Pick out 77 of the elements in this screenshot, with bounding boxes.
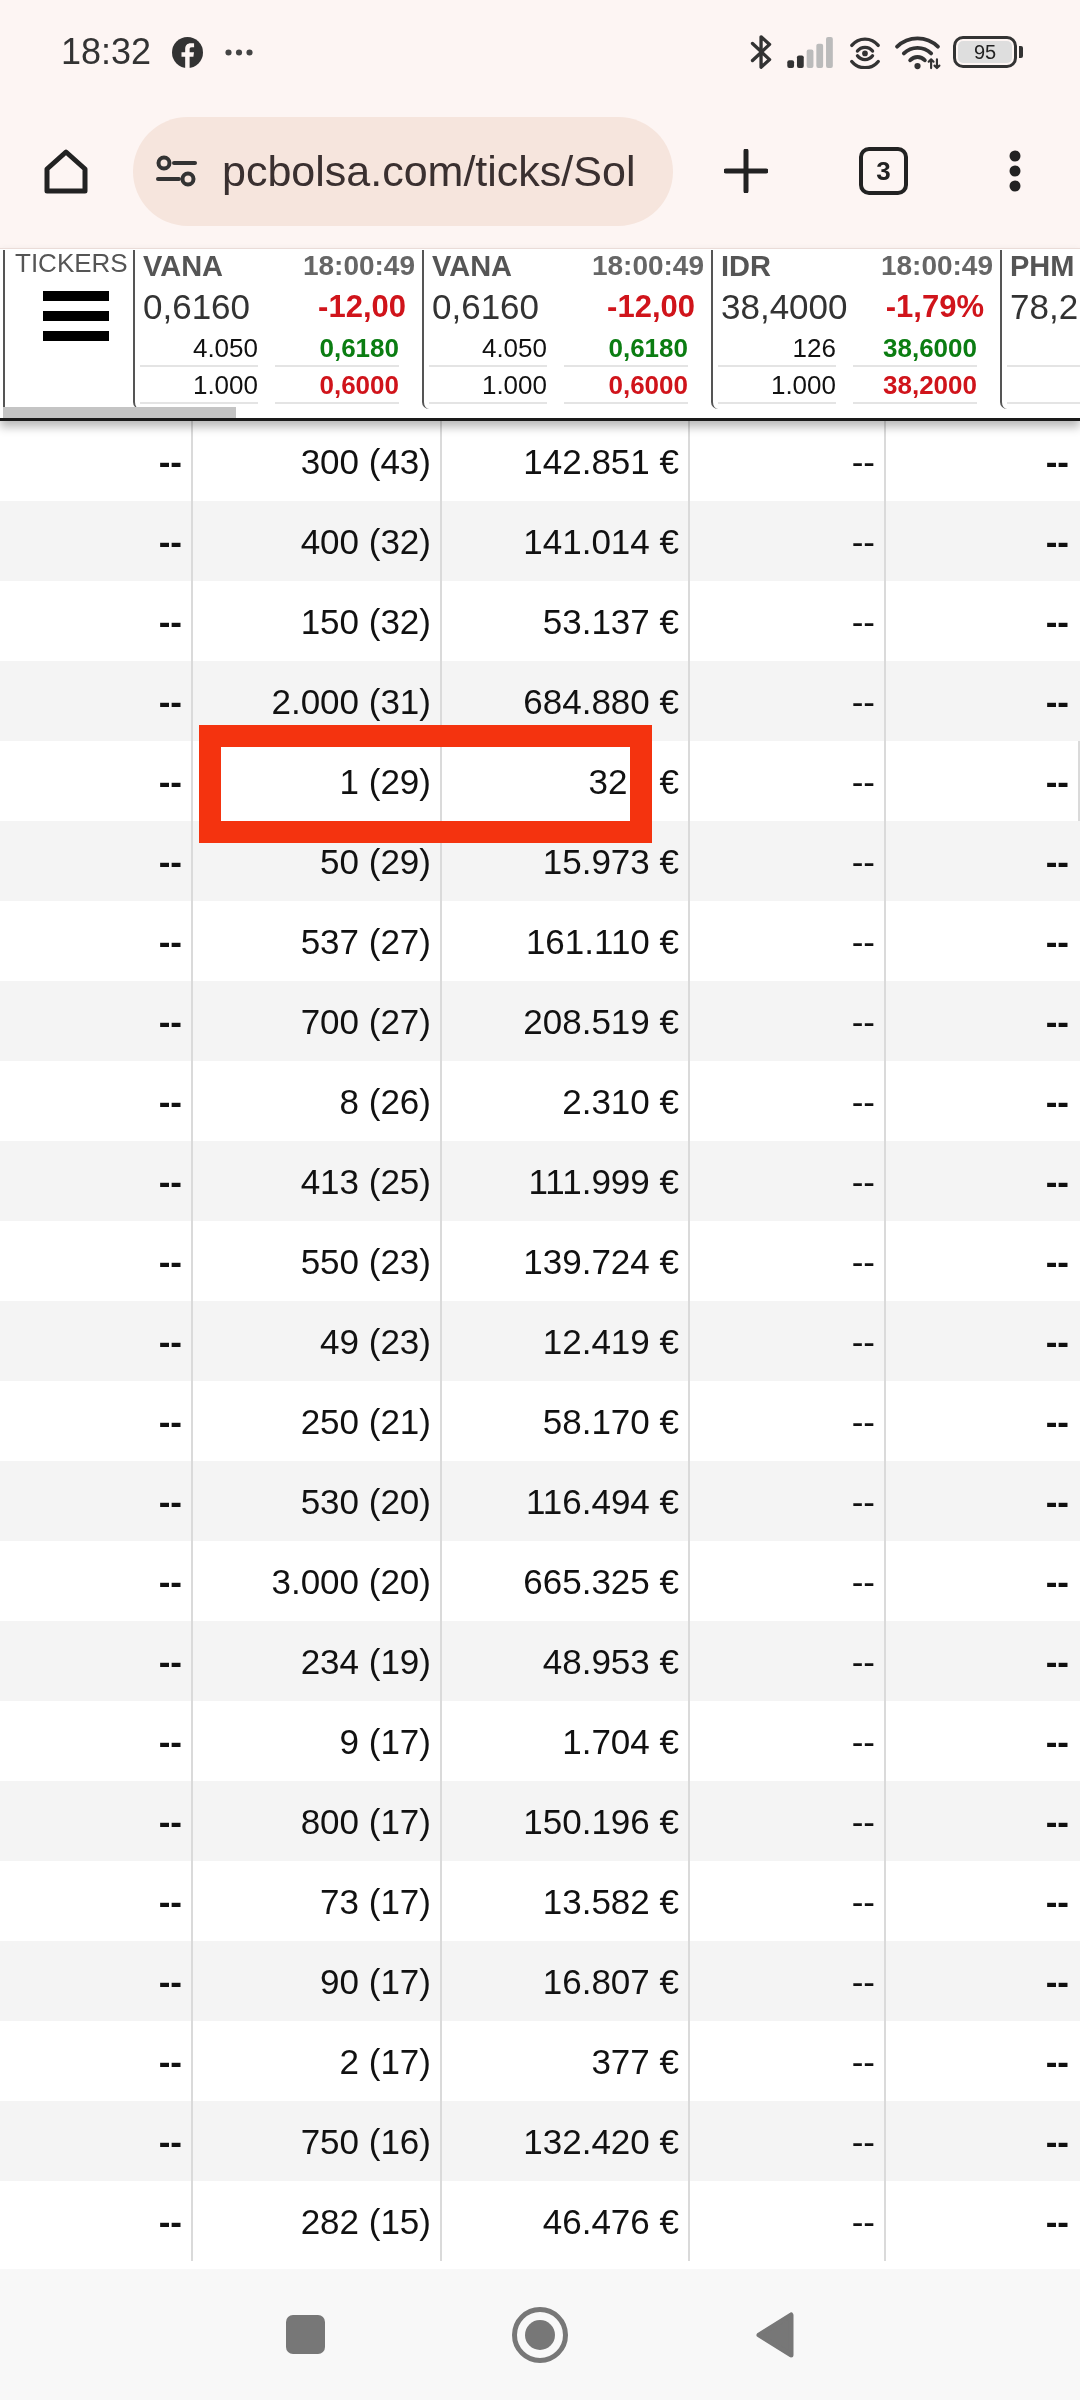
signal-icon [787, 36, 836, 68]
ask-price: 0,6000 [319, 371, 399, 398]
table-cell-text: -- [1044, 840, 1070, 883]
ask-price: 38,2000 [883, 371, 977, 398]
ticker-symbol: VANA [432, 251, 513, 281]
amount-text: 32 [588, 763, 628, 799]
ticker-symbol: PHM [1010, 251, 1075, 281]
tickers-label: TICKERS [15, 250, 128, 276]
change-percent: -1,79% [885, 290, 984, 322]
tab-switcher-button[interactable]: 3 [859, 147, 908, 195]
square-icon[interactable] [285, 2315, 325, 2354]
quote-time: 18:00:49 [302, 252, 415, 280]
table-cell: -- [0, 2181, 193, 2261]
table-cell: 2.000 (31) [193, 661, 442, 741]
ask-size: 1.000 [770, 371, 836, 398]
table-cell: 282 (15) [193, 2181, 442, 2261]
table-cell-text: -- [1044, 1720, 1070, 1763]
bid-size: 4.050 [481, 334, 547, 361]
change-percent: -12,00 [607, 290, 695, 322]
table-cell: 1 (29) [193, 741, 442, 821]
facebook-icon [172, 36, 204, 68]
change-percent: -12,00 [318, 290, 406, 322]
ask-size: 1.000 [481, 371, 547, 398]
radio-waves-icon [848, 35, 882, 69]
ticker-symbol: IDR [721, 251, 771, 281]
table-cell-text: -- [1044, 2200, 1070, 2243]
back-icon[interactable] [756, 2311, 794, 2358]
table-cell-text: -- [1044, 1960, 1070, 2003]
table-cell-text: -- [1044, 1240, 1070, 1283]
table-cell-text: -- [1044, 2040, 1070, 2083]
bid-size: 126 [792, 334, 836, 361]
more-dots-icon [224, 48, 255, 56]
horizontal-scrollbar[interactable] [3, 407, 236, 418]
table-cell-text: -- [1044, 1080, 1070, 1123]
table-cell-text: -- [1044, 1000, 1070, 1043]
table-cell-text: -- [1044, 920, 1070, 963]
table-cell-text: -- [1044, 1800, 1070, 1843]
ticker-card[interactable]: PHM 78,2 [1000, 250, 1080, 409]
table-cell-text: -- [1044, 1160, 1070, 1203]
table-cell-text: -- [1044, 1640, 1070, 1683]
sliders-icon [155, 155, 197, 187]
wifi-icon [894, 34, 941, 70]
table-cell-text: -- [1044, 1880, 1070, 1923]
table-cell-text: -- [1044, 520, 1070, 563]
home-circle-icon[interactable] [512, 2306, 568, 2363]
battery-percent: 95 [973, 42, 997, 62]
bid-size: 4.050 [192, 334, 258, 361]
currency-symbol: € [659, 763, 679, 799]
quote-time: 18:00:49 [880, 252, 993, 280]
ask-size: 1.000 [192, 371, 258, 398]
table-cell: -- [690, 2181, 886, 2261]
clock-time: 18:32 [61, 34, 152, 70]
plus-icon[interactable] [724, 149, 768, 193]
bid-price: 0,6180 [319, 334, 399, 361]
table-cell: 46.476 € [442, 2181, 690, 2261]
last-price: 0,6160 [143, 288, 251, 324]
quote-time: 18:00:49 [591, 252, 704, 280]
bid-price: 0,6180 [608, 334, 688, 361]
table-cell-text: -- [1044, 2120, 1070, 2163]
last-price: 38,4000 [721, 288, 848, 324]
table-cell-text: -- [1044, 1400, 1070, 1443]
ask-price: 0,6000 [608, 371, 688, 398]
last-price: 0,6160 [432, 288, 540, 324]
ticker-card[interactable]: IDR 18:00:49 38,4000 -1,79% 126 38,6000 1.000 38,2000 [711, 250, 1000, 409]
address-bar[interactable]: pcbolsa.com/ticks/Sol [133, 116, 673, 226]
bid-price: 38,6000 [883, 334, 977, 361]
table-cell-text: -- [1044, 1560, 1070, 1603]
last-price: 78,2 [1010, 288, 1079, 324]
table-cell-text: -- [1044, 1320, 1070, 1363]
table-cell-text: -- [1044, 600, 1070, 643]
table-cell-text: -- [1044, 1480, 1070, 1523]
menu-icon[interactable] [43, 291, 109, 341]
kebab-menu-icon[interactable] [1008, 150, 1022, 192]
table-cell-text: -- [1044, 680, 1070, 723]
table-cell-text: -- [1044, 440, 1070, 483]
ticker-symbol: VANA [143, 251, 224, 281]
ticker-card[interactable]: VANA 18:00:49 0,6160 -12,00 4.050 0,6180 1.000 0,6000 [422, 250, 711, 409]
